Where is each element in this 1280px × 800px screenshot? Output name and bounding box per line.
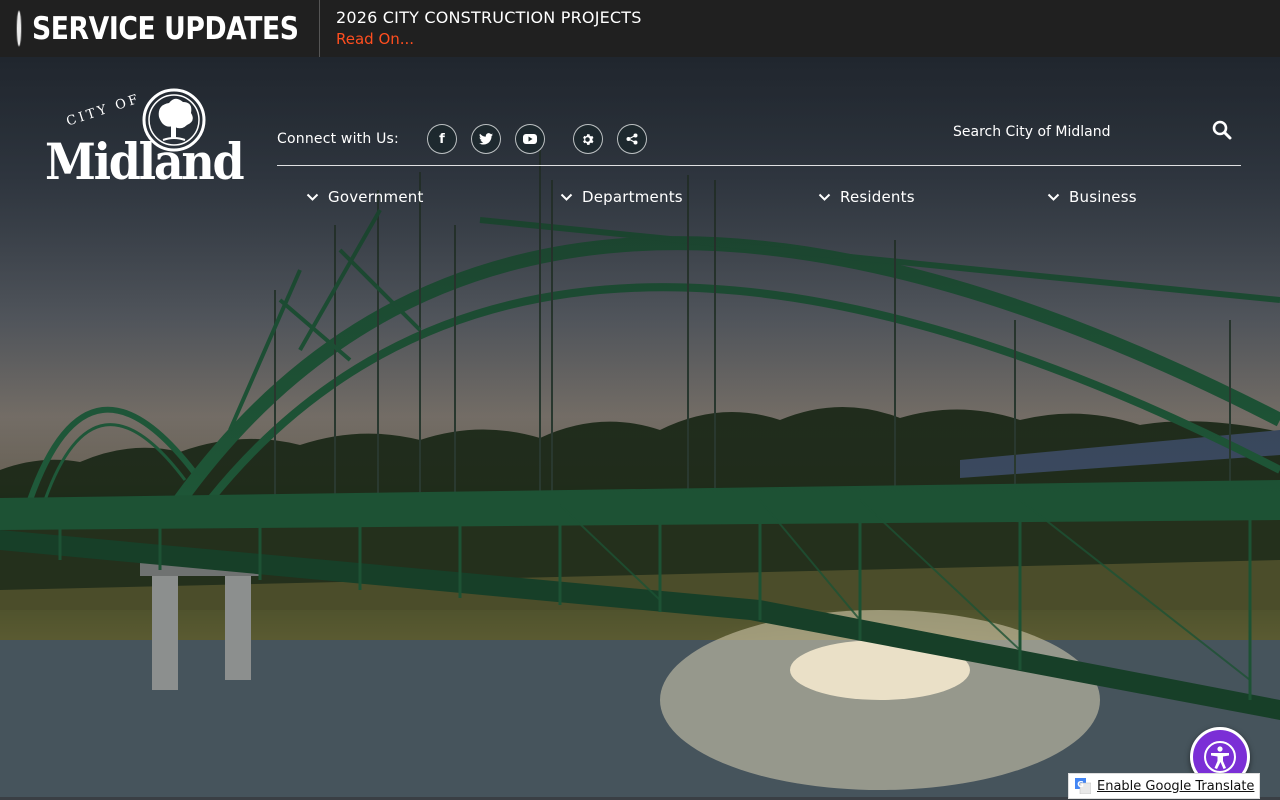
nav-item-label: Residents — [840, 188, 915, 206]
chevron-down-icon — [818, 193, 831, 201]
nav-item-residents[interactable]: Residents — [818, 188, 915, 206]
main-navigation: Government Departments Residents Busines… — [0, 188, 1280, 212]
header-divider — [277, 165, 1241, 166]
logo-city-name: Midland — [45, 132, 245, 191]
search-input[interactable] — [940, 124, 1200, 140]
chevron-down-icon — [1047, 193, 1060, 201]
google-translate-icon: G — [1075, 778, 1091, 794]
site-search — [940, 113, 1240, 151]
connect-label: Connect with Us: — [277, 131, 399, 147]
chevron-down-icon — [560, 193, 573, 201]
service-updates-heading: SERVICE UPDATES — [0, 0, 320, 57]
facebook-icon[interactable]: f — [426, 124, 457, 154]
social-links: Connect with Us: f — [277, 124, 661, 154]
settings-icon[interactable] — [572, 124, 603, 154]
nav-item-label: Government — [328, 188, 424, 206]
city-of-midland-logo[interactable]: CITY OF Midland — [45, 85, 245, 200]
logo-city-of-text: CITY OF — [64, 91, 143, 130]
youtube-icon[interactable] — [514, 124, 545, 154]
nav-item-departments[interactable]: Departments — [560, 188, 683, 206]
google-translate-button[interactable]: G Enable Google Translate — [1068, 773, 1260, 799]
service-updates-bar: SERVICE UPDATES 2026 CITY CONSTRUCTION P… — [0, 0, 1280, 57]
share-icon[interactable] — [616, 124, 647, 154]
search-icon[interactable] — [1212, 120, 1232, 144]
alert-light-icon — [17, 11, 21, 46]
service-updates-title: SERVICE UPDATES — [32, 10, 299, 47]
nav-item-label: Business — [1069, 188, 1137, 206]
nav-item-government[interactable]: Government — [306, 188, 424, 206]
chevron-down-icon — [306, 193, 319, 201]
svg-text:G: G — [1077, 780, 1084, 789]
service-update-headline: 2026 CITY CONSTRUCTION PROJECTS — [336, 7, 642, 27]
nav-item-business[interactable]: Business — [1047, 188, 1137, 206]
twitter-icon[interactable] — [470, 124, 501, 154]
nav-item-label: Departments — [582, 188, 683, 206]
read-on-link[interactable]: Read On... — [336, 28, 642, 50]
service-update-entry: 2026 CITY CONSTRUCTION PROJECTS Read On.… — [320, 8, 642, 50]
accessibility-icon — [1204, 741, 1236, 773]
translate-label: Enable Google Translate — [1097, 778, 1255, 794]
